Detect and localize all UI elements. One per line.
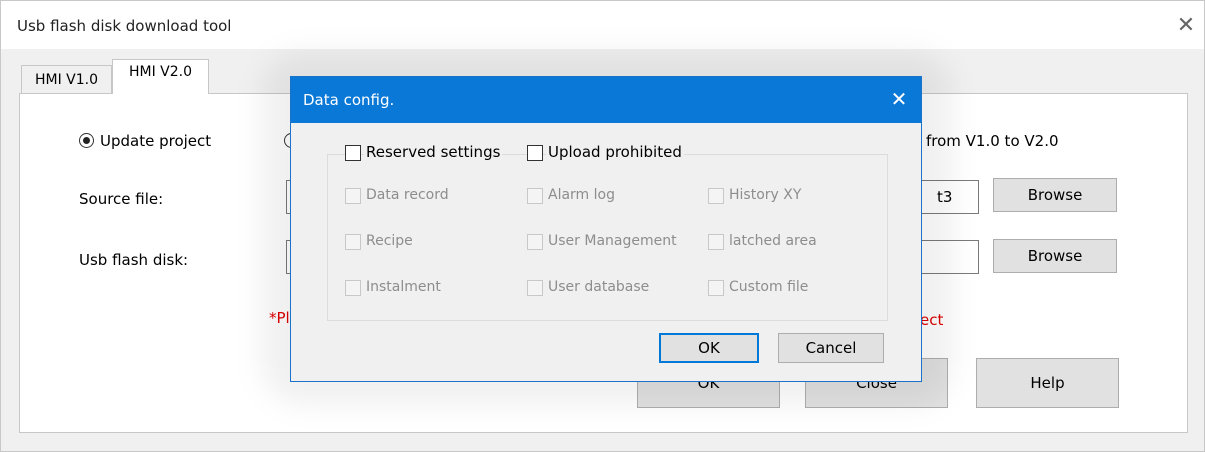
upload-prohibited-checkbox[interactable] (527, 145, 543, 161)
instalment-checkbox[interactable] (345, 280, 361, 296)
source-file-label: Source file: (79, 190, 164, 208)
custom-file-label: Custom file (729, 279, 809, 295)
dialog-cancel-button[interactable]: Cancel (778, 333, 884, 363)
data-record-label: Data record (366, 187, 449, 203)
usb-disk-label: Usb flash disk: (79, 251, 189, 269)
dialog-close-icon[interactable]: ✕ (885, 85, 913, 113)
data-config-dialog: Data config. ✕ Reserved settings Upload … (290, 76, 922, 382)
alarm-log-label: Alarm log (548, 187, 615, 203)
dialog-title-bar: Data config. ✕ (291, 77, 921, 123)
browse-source-button[interactable]: Browse (993, 178, 1117, 212)
recipe-checkbox[interactable] (345, 234, 361, 250)
update-project-radio[interactable] (79, 133, 94, 148)
browse-usb-button[interactable]: Browse (993, 239, 1117, 273)
reserved-settings-label: Reserved settings (364, 143, 503, 161)
history-xy-checkbox[interactable] (708, 188, 724, 204)
title-bar: Usb flash disk download tool ✕ (1, 1, 1204, 49)
radio-selected-dot (83, 137, 90, 144)
tab-hmi-v2[interactable]: HMI V2.0 (112, 59, 209, 94)
alarm-log-checkbox[interactable] (527, 188, 543, 204)
user-database-checkbox[interactable] (527, 280, 543, 296)
window-title: Usb flash disk download tool (17, 17, 232, 35)
instalment-label: Instalment (366, 279, 441, 295)
dialog-ok-button[interactable]: OK (659, 333, 759, 363)
user-management-label: User Management (548, 233, 677, 249)
recipe-label: Recipe (366, 233, 413, 249)
update-project-label: Update project (100, 132, 212, 150)
latched-area-checkbox[interactable] (708, 234, 724, 250)
user-database-label: User database (548, 279, 650, 295)
history-xy-label: History XY (729, 187, 802, 203)
tab-hmi-v1[interactable]: HMI V1.0 (21, 65, 112, 93)
help-button[interactable]: Help (976, 358, 1119, 408)
upload-prohibited-label: Upload prohibited (546, 143, 684, 161)
user-management-checkbox[interactable] (527, 234, 543, 250)
data-record-checkbox[interactable] (345, 188, 361, 204)
latched-area-label: latched area (729, 233, 817, 249)
close-icon[interactable]: ✕ (1171, 11, 1201, 41)
custom-file-checkbox[interactable] (708, 280, 724, 296)
reserved-settings-checkbox[interactable] (345, 145, 361, 161)
dialog-title: Data config. (303, 91, 395, 109)
